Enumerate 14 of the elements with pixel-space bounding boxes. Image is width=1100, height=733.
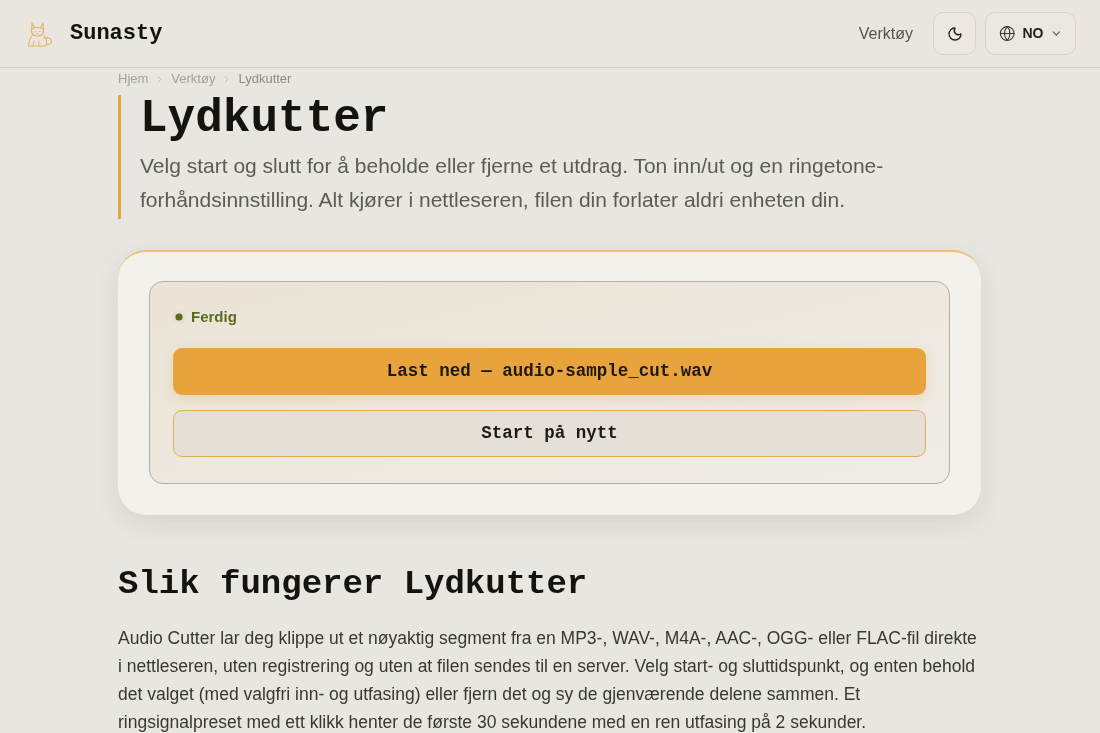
nav-link[interactable]: Verktøy — [858, 21, 913, 46]
page-title: Lydkutter — [140, 95, 390, 143]
status-label: Ferdig — [191, 306, 237, 327]
section-body: Audio Cutter lar deg klippe ut et nøyaktig segment fra en MP3-, WAV-, M4A-, AAC-, OGG- eller FLAC-fil direkte i nettleseren, uten registrering og uten at filen sendes til en server. Velg start- og sluttidspunkt, og enten behold det valget (med valgfri inn- og utfasing) eller fjern det og sy de gjenværende delene sammen. Et ringsignalpreset med ett klikk henter de første 30 sekundene med en ren utfasing på 2 sekunder. — [118, 627, 978, 733]
language-select[interactable]: NO — [985, 12, 1076, 55]
status-dot-icon — [173, 311, 185, 323]
theme-toggle-button[interactable] — [933, 12, 976, 55]
download-button[interactable]: Last ned — audio-sample_cut.wav — [173, 348, 926, 395]
section-heading: Slik fungerer Lydkutter — [118, 564, 589, 604]
globe-icon — [999, 25, 1016, 42]
moon-icon — [946, 25, 963, 42]
brand-name: Sunasty — [70, 20, 163, 48]
page-description: Velg start og slutt for å beholde eller fjerne et utdrag. Ton inn/ut og en ringetone-forhåndsinnstilling. Alt kjører i nettleseren, filen din forlater aldri enheten din. — [140, 153, 885, 213]
restart-button[interactable]: Start på nytt — [173, 410, 926, 457]
